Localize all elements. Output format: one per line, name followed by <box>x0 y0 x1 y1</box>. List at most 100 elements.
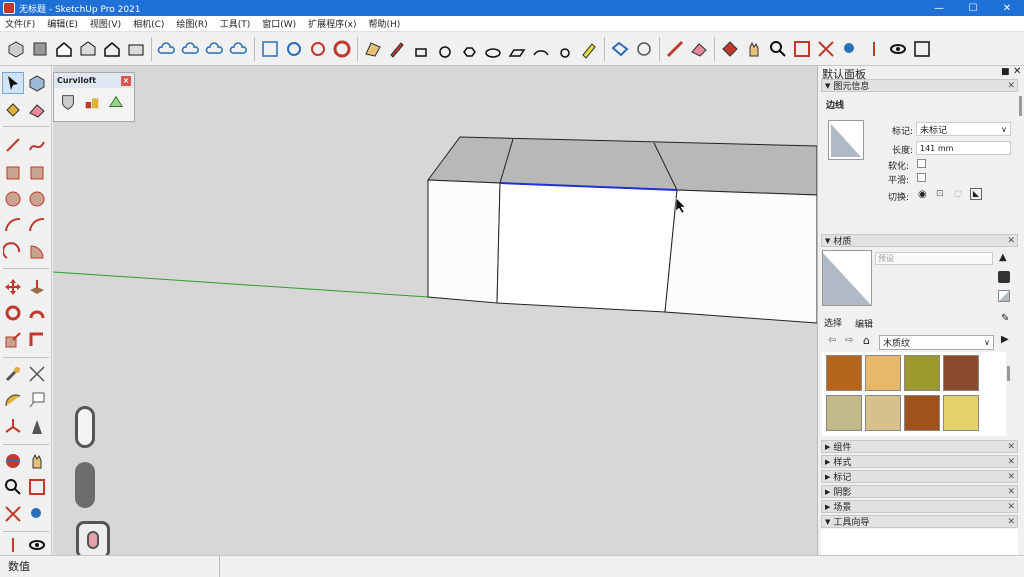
position-camera-tool-icon[interactable] <box>2 534 24 556</box>
materials-header[interactable]: ▼ 材质 ✕ <box>821 234 1018 247</box>
cloud-upload-icon[interactable] <box>204 36 226 62</box>
shadow-receive-icon[interactable]: ◣ <box>970 188 982 200</box>
move-icon[interactable] <box>2 276 24 298</box>
close-window-button[interactable]: ✕ <box>990 0 1024 16</box>
highlighter-icon[interactable] <box>578 36 600 62</box>
paint-bucket-icon[interactable] <box>2 99 24 121</box>
shadows-header[interactable]: ▶ 阴影 ✕ <box>821 485 1018 498</box>
entity-info-header[interactable]: ▼ 图元信息 ✕ <box>821 79 1018 92</box>
material-swatch[interactable] <box>865 355 901 391</box>
text-tool-icon[interactable] <box>26 389 48 411</box>
menu-edit[interactable]: 编辑(E) <box>42 17 85 30</box>
loft-by-spline-icon[interactable] <box>58 92 78 112</box>
eraser-icon[interactable] <box>26 99 48 121</box>
menu-file[interactable]: 文件(F) <box>0 17 42 30</box>
dimension-tool-icon[interactable] <box>26 363 48 385</box>
zoom-extents-tool-icon[interactable] <box>2 503 24 525</box>
material-name-input[interactable]: 预设 <box>875 252 993 265</box>
material-swatch[interactable] <box>904 355 940 391</box>
iso-view-icon[interactable] <box>5 36 27 62</box>
material-swatch[interactable] <box>865 395 901 431</box>
tag-dropdown[interactable]: 未标记 ∨ <box>916 122 1011 136</box>
close-icon[interactable]: ✕ <box>1007 517 1015 527</box>
library-dropdown[interactable]: 木质纹 ∨ <box>879 335 994 350</box>
close-icon[interactable]: ✕ <box>1007 236 1015 246</box>
parallelogram-shape-icon[interactable] <box>506 36 528 62</box>
forward-arrow-icon[interactable]: ⇨ <box>845 335 853 346</box>
component-icon[interactable] <box>29 36 51 62</box>
styles-header[interactable]: ▶ 样式 ✕ <box>821 455 1018 468</box>
menu-tools[interactable]: 工具(T) <box>215 17 258 30</box>
components-header[interactable]: ▶ 组件 ✕ <box>821 440 1018 453</box>
menu-draw[interactable]: 绘图(R) <box>171 17 214 30</box>
arc-shape-icon[interactable] <box>530 36 552 62</box>
tape-measure-icon[interactable] <box>2 363 24 385</box>
tray-scrollbar[interactable] <box>1019 96 1022 116</box>
back-arrow-icon[interactable]: ⇦ <box>828 335 836 346</box>
tray-pin-icon[interactable]: ■ <box>1001 67 1010 77</box>
sandbox-icon[interactable] <box>362 36 384 62</box>
create-material-icon[interactable] <box>998 271 1010 283</box>
eyedropper-icon[interactable]: ✎ <box>1001 313 1009 324</box>
pan-icon[interactable] <box>26 450 48 472</box>
look-around-tool-icon[interactable] <box>26 534 48 556</box>
zoom-box-icon[interactable] <box>259 36 281 62</box>
zoom-window-tool-icon[interactable] <box>26 476 48 498</box>
link-icon[interactable] <box>633 36 655 62</box>
sample-paint-icon[interactable] <box>998 290 1010 302</box>
close-icon[interactable]: ✕ <box>1007 502 1015 512</box>
box-front-face-right[interactable] <box>664 189 817 324</box>
zoom-icon[interactable] <box>767 36 789 62</box>
polygon-shape-icon[interactable] <box>458 36 480 62</box>
smooth-checkbox[interactable] <box>917 173 926 182</box>
close-icon[interactable]: ✕ <box>1007 81 1015 91</box>
menu-window[interactable]: 窗口(W) <box>257 17 303 30</box>
pencil-icon[interactable] <box>386 36 408 62</box>
spiral-shape-icon[interactable] <box>554 36 576 62</box>
offset-icon[interactable] <box>26 329 48 351</box>
rotated-rectangle-icon[interactable] <box>26 162 48 184</box>
arc-tool-icon[interactable] <box>2 214 24 236</box>
material-swatch[interactable] <box>826 395 862 431</box>
side-view-icon[interactable] <box>125 36 147 62</box>
swatch-scrollbar[interactable] <box>1007 366 1010 381</box>
scenes-header[interactable]: ▶ 场景 ✕ <box>821 500 1018 513</box>
dimension-icon[interactable] <box>664 36 686 62</box>
material-swatch[interactable] <box>943 395 979 431</box>
measurements-input[interactable] <box>220 556 1024 577</box>
instructor-header[interactable]: ▼ 工具向导 ✕ <box>821 515 1018 528</box>
circle-tool-icon[interactable] <box>2 188 24 210</box>
material-swatch[interactable] <box>904 395 940 431</box>
close-icon[interactable]: ✕ <box>1007 442 1015 452</box>
polygon-tool-icon[interactable] <box>26 188 48 210</box>
loft-along-path-icon[interactable] <box>106 92 126 112</box>
line-tool-icon[interactable] <box>2 134 24 156</box>
close-icon[interactable]: ✕ <box>1007 472 1015 482</box>
home-icon[interactable] <box>53 36 75 62</box>
two-point-arc-icon[interactable] <box>26 214 48 236</box>
close-icon[interactable]: ✕ <box>1007 457 1015 467</box>
section-plane-icon[interactable] <box>719 36 741 62</box>
zoom-window-icon[interactable] <box>791 36 813 62</box>
material-swatch[interactable] <box>826 355 862 391</box>
three-point-arc-icon[interactable] <box>2 241 24 263</box>
menu-help[interactable]: 帮助(H) <box>364 17 408 30</box>
material-swatch[interactable] <box>943 355 979 391</box>
box-front-face-left[interactable] <box>427 179 501 304</box>
skinning-icon[interactable] <box>82 92 102 112</box>
details-arrow-icon[interactable]: ▶ <box>1001 334 1009 345</box>
menu-view[interactable]: 视图(V) <box>85 17 128 30</box>
axes-icon[interactable] <box>2 416 24 438</box>
refresh-icon[interactable] <box>307 36 329 62</box>
default-material-icon[interactable]: ▲ <box>999 252 1007 263</box>
visibility-eye-icon[interactable]: ◉ <box>918 189 927 200</box>
tags-header[interactable]: ▶ 标记 ✕ <box>821 470 1018 483</box>
orbit-icon[interactable] <box>2 450 24 472</box>
walk-icon[interactable] <box>911 36 933 62</box>
make-component-icon[interactable] <box>26 72 48 94</box>
3d-text-icon[interactable] <box>26 416 48 438</box>
scale-icon[interactable] <box>2 329 24 351</box>
zoom-tool-icon[interactable] <box>2 476 24 498</box>
select-arrow-icon[interactable] <box>2 72 24 94</box>
pan-hand-icon[interactable] <box>743 36 765 62</box>
